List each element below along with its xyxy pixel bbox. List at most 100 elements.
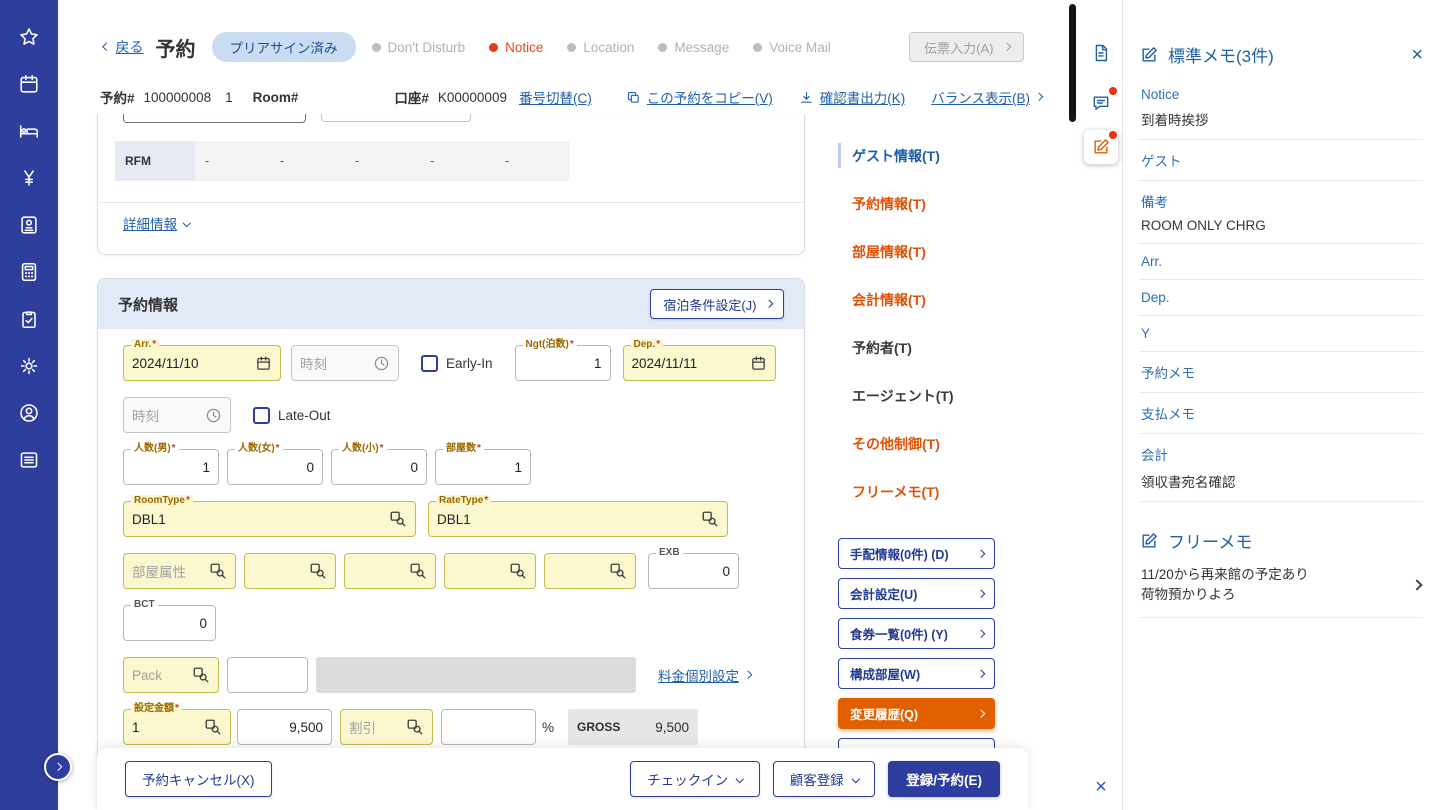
detail-info-link[interactable]: 詳細情報 [123,213,190,233]
discount-rate-field[interactable] [441,709,536,745]
nav-reservation-info[interactable]: 予約情報(T) [852,194,926,214]
submit-reservation-button[interactable]: 登録/予約(E) [888,761,1000,797]
search-icon[interactable] [701,510,719,528]
back-link[interactable]: 戻る [104,37,144,57]
gross-readout: GROSS 9,500 [568,709,698,745]
gear-icon[interactable] [14,351,44,381]
nights-field[interactable]: Ngt(泊数)* 1 [515,345,611,381]
search-field[interactable] [244,553,336,589]
status-dot [489,43,498,52]
departure-date-field[interactable]: Dep.* 2024/11/11 [623,345,776,381]
certificate-icon[interactable] [14,210,44,240]
copy-reservation-link[interactable]: この予約をコピー(V) [626,87,773,107]
customer-register-button[interactable]: 顧客登録 [773,761,876,797]
search-icon[interactable] [309,562,327,580]
component-rooms-button[interactable]: 構成部屋(W) [838,658,995,689]
departure-time-field[interactable]: 時刻 [123,397,231,433]
star-icon[interactable] [14,22,44,52]
sidebar-expand-button[interactable] [44,753,72,781]
main-scrollbar[interactable] [1068,0,1077,810]
search-icon[interactable] [609,562,627,580]
cancel-reservation-button[interactable]: 予約キャンセル(X) [125,761,272,797]
room-attribute-field[interactable]: 部屋属性 [123,553,236,589]
change-history-button[interactable]: 変更履歴(Q) [838,698,995,729]
user-circle-icon[interactable] [14,398,44,428]
number-switch-link[interactable]: 番号切替(C) [519,87,592,107]
search-icon[interactable] [192,666,210,684]
memo-close-button[interactable]: × [1411,45,1423,65]
memo-item-payment-memo[interactable]: 支払メモ [1139,393,1423,434]
pack-field[interactable]: Pack [123,657,219,693]
search-icon[interactable] [406,718,424,736]
bct-field[interactable]: BCT 0 [123,605,216,641]
scrollbar-thumb[interactable] [1069,4,1076,122]
child-field[interactable]: 人数(小)* 0 [331,449,427,485]
amount-setting-field[interactable]: 設定金額* 1 [123,709,231,745]
nav-room-info[interactable]: 部屋情報(T) [852,242,926,262]
nav-booker[interactable]: 予約者(T) [852,338,912,358]
memo-item-arr[interactable]: Arr. [1139,244,1423,280]
chevron-right-icon [54,763,62,771]
edit-memo-icon [1139,531,1159,551]
chat-memo-icon[interactable] [1084,86,1118,120]
memo-item-reservation-memo[interactable]: 予約メモ [1139,352,1423,393]
nav-accounting-info[interactable]: 会計情報(T) [852,290,926,310]
search-icon[interactable] [204,718,222,736]
pack-code-field[interactable] [227,657,308,693]
memo-item-remarks[interactable]: 備考 ROOM ONLY CHRG [1139,181,1423,244]
gross-value: 9,500 [620,720,689,735]
price-individual-link[interactable]: 料金個別設定 [658,665,751,685]
stay-condition-button[interactable]: 宿泊条件設定(J) [650,289,784,319]
search-field[interactable] [344,553,436,589]
search-field[interactable] [544,553,636,589]
calendar-icon[interactable] [255,355,272,372]
yen-icon[interactable] [14,163,44,193]
memo-item-notice[interactable]: Notice 到着時挨拶 [1139,77,1423,140]
price-field[interactable]: 9,500 [237,709,332,745]
rate-type-field[interactable]: RateType* DBL1 [428,501,728,537]
memo-item-dep[interactable]: Dep. [1139,280,1423,316]
edit-memo-icon[interactable] [1084,130,1118,164]
bed-icon[interactable] [14,116,44,146]
document-memo-icon[interactable] [1084,36,1118,70]
search-field[interactable] [444,553,536,589]
memo-item-accounting[interactable]: 会計 領収書宛名確認 [1139,434,1423,502]
search-icon[interactable] [409,562,427,580]
accounting-settings-button[interactable]: 会計設定(U) [838,578,995,609]
room-type-field[interactable]: RoomType* DBL1 [123,501,416,537]
memo-panel-title: 標準メモ(3件) [1168,42,1274,67]
room-count-field[interactable]: 部屋数* 1 [435,449,531,485]
nav-agent[interactable]: エージェント(T) [852,386,954,406]
search-icon[interactable] [509,562,527,580]
calendar-icon[interactable] [14,69,44,99]
panel-close-icon[interactable]: × [1084,770,1118,804]
adult-male-field[interactable]: 人数(男)* 1 [123,449,219,485]
free-memo-item[interactable]: 11/20から再来館の予定あり 荷物預かりよろ [1139,553,1423,618]
exb-field[interactable]: EXB 0 [648,553,739,589]
memo-item-y[interactable]: Y [1139,316,1423,352]
memo-item-guest[interactable]: ゲスト [1139,140,1423,181]
arrangement-info-button[interactable]: 手配情報(0件) (D) [838,538,995,569]
cut-field[interactable] [321,114,471,122]
late-out-checkbox[interactable]: Late-Out [253,407,331,424]
search-icon[interactable] [209,562,227,580]
arrival-time-field[interactable]: 時刻 [291,345,399,381]
meal-ticket-button[interactable]: 食券一覧(0件) (Y) [838,618,995,649]
nav-free-memo[interactable]: フリーメモ(T) [852,482,939,502]
standard-memo-header: 標準メモ(3件) × [1139,42,1423,67]
early-in-checkbox[interactable]: Early-In [421,355,493,372]
search-icon[interactable] [389,510,407,528]
clipboard-check-icon[interactable] [14,304,44,334]
discount-field[interactable]: 割引 [340,709,433,745]
nav-other-control[interactable]: その他制御(T) [852,434,940,454]
arrival-date-field[interactable]: Arr.* 2024/11/10 [123,345,281,381]
checkin-button[interactable]: チェックイン [630,761,760,797]
calendar-icon[interactable] [750,355,767,372]
status-dot [567,43,576,52]
checkbox-box [421,355,438,372]
adult-female-field[interactable]: 人数(女)* 0 [227,449,323,485]
calculator-icon[interactable] [14,257,44,287]
list-icon[interactable] [14,445,44,475]
nav-guest-info[interactable]: ゲスト情報(T) [852,146,940,166]
cut-field[interactable] [123,114,306,123]
